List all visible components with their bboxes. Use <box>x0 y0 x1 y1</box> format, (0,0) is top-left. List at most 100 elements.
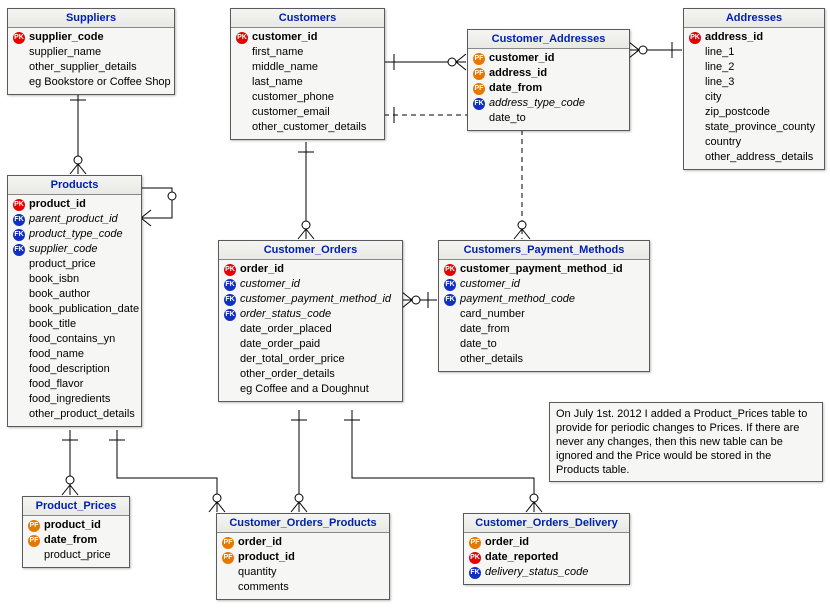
field-row: customer_phone <box>235 90 380 105</box>
field-row: date_from <box>443 322 645 337</box>
field-name: supplier_code <box>29 30 104 45</box>
field-name: customer_payment_method_id <box>240 292 391 307</box>
field-row: FKproduct_type_code <box>12 227 137 242</box>
field-row: FKcustomer_id <box>443 277 645 292</box>
fk-icon: FK <box>472 97 486 111</box>
field-name: customer_id <box>252 30 317 45</box>
field-name: customer_id <box>460 277 520 292</box>
fk-icon: FK <box>223 308 237 322</box>
field-name: last_name <box>252 75 303 90</box>
field-row: food_description <box>12 362 137 377</box>
pf-icon: PF <box>221 551 235 565</box>
field-name: date_order_paid <box>240 337 320 352</box>
field-name: eg Coffee and a Doughnut <box>240 382 369 397</box>
pk-icon: PK <box>443 263 457 277</box>
entity-title: Customer_Addresses <box>468 30 629 49</box>
field-row: FKorder_status_code <box>223 307 398 322</box>
field-name: book_publication_date <box>29 302 139 317</box>
field-row: PForder_id <box>221 535 385 550</box>
field-name: order_id <box>485 535 529 550</box>
field-name: order_id <box>240 262 284 277</box>
field-row: FKaddress_type_code <box>472 96 625 111</box>
field-row: other_supplier_details <box>12 60 170 75</box>
entity-addresses[interactable]: Addresses PKaddress_idline_1line_2line_3… <box>683 8 825 170</box>
field-name: delivery_status_code <box>485 565 588 580</box>
field-name: parent_product_id <box>29 212 118 227</box>
field-name: der_total_order_price <box>240 352 345 367</box>
entity-customers[interactable]: Customers PKcustomer_idfirst_namemiddle_… <box>230 8 385 140</box>
fk-icon: FK <box>223 278 237 292</box>
field-name: order_id <box>238 535 282 550</box>
field-row: country <box>688 135 820 150</box>
entity-product-prices[interactable]: Product_Prices PFproduct_idPFdate_frompr… <box>22 496 130 568</box>
diagram-note: On July 1st. 2012 I added a Product_Pric… <box>549 402 823 482</box>
entity-payment-methods[interactable]: Customers_Payment_Methods PKcustomer_pay… <box>438 240 650 372</box>
field-name: customer_payment_method_id <box>460 262 623 277</box>
entity-products[interactable]: Products PKproduct_idFKparent_product_id… <box>7 175 142 427</box>
field-row: first_name <box>235 45 380 60</box>
field-name: food_contains_yn <box>29 332 115 347</box>
field-name: book_author <box>29 287 90 302</box>
field-name: zip_postcode <box>705 105 770 120</box>
field-row: city <box>688 90 820 105</box>
field-name: state_province_county <box>705 120 815 135</box>
field-row: date_to <box>443 337 645 352</box>
field-row: food_flavor <box>12 377 137 392</box>
field-row: book_title <box>12 317 137 332</box>
entity-title: Customer_Orders_Products <box>217 514 389 533</box>
field-name: other_details <box>460 352 523 367</box>
field-row: FKpayment_method_code <box>443 292 645 307</box>
entity-title: Customers_Payment_Methods <box>439 241 649 260</box>
field-row: eg Bookstore or Coffee Shop <box>12 75 170 90</box>
field-name: other_supplier_details <box>29 60 137 75</box>
field-row: FKsupplier_code <box>12 242 137 257</box>
entity-customer-addresses[interactable]: Customer_Addresses PFcustomer_idPFaddres… <box>467 29 630 131</box>
field-row: date_to <box>472 111 625 126</box>
fk-icon: FK <box>12 228 26 242</box>
entity-customer-orders[interactable]: Customer_Orders PKorder_idFKcustomer_idF… <box>218 240 403 402</box>
field-name: date_to <box>460 337 497 352</box>
field-row: eg Coffee and a Doughnut <box>223 382 398 397</box>
fk-icon: FK <box>223 293 237 307</box>
field-row: PKcustomer_id <box>235 30 380 45</box>
entity-title: Customers <box>231 9 384 28</box>
pk-icon: PK <box>223 263 237 277</box>
field-row: der_total_order_price <box>223 352 398 367</box>
field-row: other_order_details <box>223 367 398 382</box>
field-row: book_publication_date <box>12 302 137 317</box>
field-row: date_order_paid <box>223 337 398 352</box>
field-name: other_customer_details <box>252 120 366 135</box>
entity-title: Product_Prices <box>23 497 129 516</box>
field-name: comments <box>238 580 289 595</box>
field-name: date_reported <box>485 550 558 565</box>
field-row: book_isbn <box>12 272 137 287</box>
field-row: PKsupplier_code <box>12 30 170 45</box>
field-name: address_type_code <box>489 96 585 111</box>
entity-orders-products[interactable]: Customer_Orders_Products PForder_idPFpro… <box>216 513 390 600</box>
field-name: line_3 <box>705 75 734 90</box>
field-name: date_to <box>489 111 526 126</box>
entity-orders-delivery[interactable]: Customer_Orders_Delivery PForder_idPKdat… <box>463 513 630 585</box>
field-name: product_id <box>44 518 101 533</box>
field-row: middle_name <box>235 60 380 75</box>
pk-icon: PK <box>12 31 26 45</box>
field-name: product_price <box>44 548 111 563</box>
entity-suppliers[interactable]: Suppliers PKsupplier_codesupplier_nameot… <box>7 8 175 95</box>
field-row: PKorder_id <box>223 262 398 277</box>
field-name: country <box>705 135 741 150</box>
field-row: food_name <box>12 347 137 362</box>
field-name: customer_phone <box>252 90 334 105</box>
field-name: date_order_placed <box>240 322 332 337</box>
field-row: supplier_name <box>12 45 170 60</box>
field-row: line_1 <box>688 45 820 60</box>
fk-icon: FK <box>468 566 482 580</box>
field-name: other_order_details <box>240 367 335 382</box>
field-row: zip_postcode <box>688 105 820 120</box>
field-row: PKdate_reported <box>468 550 625 565</box>
field-row: PFproduct_id <box>27 518 125 533</box>
field-row: food_contains_yn <box>12 332 137 347</box>
field-row: PFcustomer_id <box>472 51 625 66</box>
entity-title: Addresses <box>684 9 824 28</box>
field-name: first_name <box>252 45 303 60</box>
field-row: PKaddress_id <box>688 30 820 45</box>
